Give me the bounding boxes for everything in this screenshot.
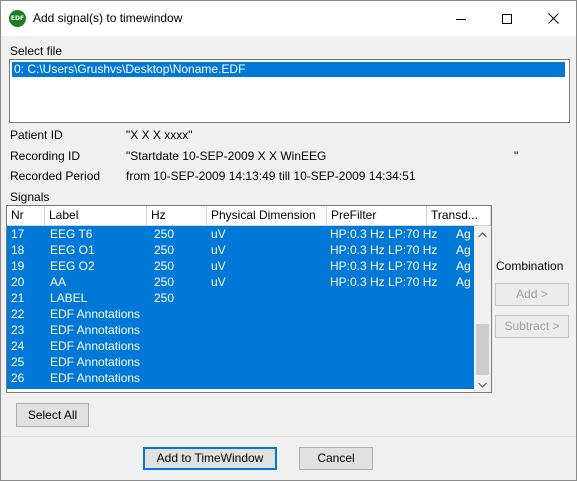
cell-nr: 24 [11, 339, 25, 353]
table-row[interactable]: 25 EDF Annotations [7, 354, 474, 370]
table-row[interactable]: 24 EDF Annotations [7, 338, 474, 354]
signals-table[interactable]: Nr Label Hz Physical Dimension PreFilter… [6, 205, 492, 393]
cell-prefilter: HP:0.3 Hz LP:70 Hz [330, 243, 438, 257]
add-signal-dialog: EDF Add signal(s) to timewindow Select f… [0, 0, 577, 481]
select-file-label: Select file [10, 44, 63, 58]
close-button[interactable] [530, 1, 576, 36]
footer-separator [1, 436, 576, 437]
table-row[interactable]: 19 EEG O2 250 uV HP:0.3 Hz LP:70 Hz Ag [7, 258, 474, 274]
table-row[interactable]: 18 EEG O1 250 uV HP:0.3 Hz LP:70 Hz Ag [7, 242, 474, 258]
cell-label: EDF Annotations [50, 355, 141, 369]
cell-hz: 250 [154, 275, 175, 289]
window-title: Add signal(s) to timewindow [33, 11, 183, 25]
cell-nr: 18 [11, 243, 25, 257]
title-bar: EDF Add signal(s) to timewindow [1, 1, 576, 36]
cancel-button[interactable]: Cancel [299, 447, 373, 470]
table-row[interactable]: 17 EEG T6 250 uV HP:0.3 Hz LP:70 Hz Ag [7, 226, 474, 242]
add-to-timewindow-button[interactable]: Add to TimeWindow [143, 447, 277, 470]
column-header-hz[interactable]: Hz [147, 206, 207, 225]
cell-hz: 250 [154, 227, 175, 241]
patient-id-value: "X X X xxxx" [126, 128, 193, 142]
scroll-up-icon [478, 232, 487, 238]
signals-scrollbar[interactable] [474, 226, 491, 392]
column-header-transducer[interactable]: Transd... [427, 206, 491, 225]
cell-nr: 17 [11, 227, 25, 241]
cell-hz: 250 [154, 243, 175, 257]
cell-nr: 20 [11, 275, 25, 289]
cell-nr: 21 [11, 291, 25, 305]
minimize-button[interactable] [438, 1, 484, 36]
cell-prefilter: HP:0.3 Hz LP:70 Hz [330, 227, 438, 241]
cell-label: AA [50, 275, 67, 289]
cell-prefilter: HP:0.3 Hz LP:70 Hz [330, 259, 438, 273]
column-header-label[interactable]: Label [45, 206, 147, 225]
cell-hz: 250 [154, 259, 175, 273]
signals-table-body: 17 EEG T6 250 uV HP:0.3 Hz LP:70 Hz Ag 18 EEG O… [7, 226, 474, 389]
recorded-period-label: Recorded Period [10, 169, 101, 183]
recorded-period-value: from 10-SEP-2009 14:13:49 till 10-SEP-20… [126, 169, 416, 183]
scrollbar-thumb[interactable] [476, 324, 489, 375]
column-header-physical-dimension[interactable]: Physical Dimension [207, 206, 327, 225]
cell-physical-dimension: uV [211, 259, 226, 273]
file-listbox[interactable]: 0: C:\Users\Grushvs\Desktop\Noname.EDF [9, 59, 570, 123]
recording-id-label: Recording ID [10, 149, 81, 163]
cell-label: EDF Annotations [50, 339, 141, 353]
cell-label: EEG O2 [50, 259, 95, 273]
close-icon [547, 13, 559, 24]
cell-physical-dimension: uV [211, 243, 226, 257]
column-header-prefilter[interactable]: PreFilter [327, 206, 427, 225]
cell-transducer: Ag [456, 227, 471, 241]
edf-app-icon: EDF [9, 10, 26, 27]
cell-physical-dimension: uV [211, 275, 226, 289]
patient-id-label: Patient ID [10, 128, 63, 142]
table-row[interactable]: 23 EDF Annotations [7, 322, 474, 338]
cell-label: EDF Annotations [50, 323, 141, 337]
cell-transducer: Ag [456, 275, 471, 289]
table-row[interactable]: 26 EDF Annotations [7, 370, 474, 386]
column-header-nr[interactable]: Nr [7, 206, 45, 225]
minimize-icon [456, 18, 466, 20]
cell-transducer: Ag [456, 243, 471, 257]
table-row[interactable]: 21 LABEL 250 [7, 290, 474, 306]
select-all-button[interactable]: Select All [16, 403, 89, 427]
recording-id-value: "Startdate 10-SEP-2009 X X WinEEG [126, 149, 327, 163]
cell-hz: 250 [154, 291, 175, 305]
recording-id-value-end: " [514, 149, 519, 163]
cell-nr: 26 [11, 371, 25, 385]
file-list-item[interactable]: 0: C:\Users\Grushvs\Desktop\Noname.EDF [11, 61, 566, 78]
cell-nr: 22 [11, 307, 25, 321]
table-row[interactable]: 22 EDF Annotations [7, 306, 474, 322]
table-row[interactable]: 20 AA 250 uV HP:0.3 Hz LP:70 Hz Ag [7, 274, 474, 290]
maximize-icon [502, 13, 512, 24]
combination-label: Combination [496, 259, 564, 273]
cell-label: EDF Annotations [50, 307, 141, 321]
maximize-button[interactable] [484, 1, 530, 36]
signals-label: Signals [10, 190, 50, 204]
cell-label: EDF Annotations [50, 371, 141, 385]
cell-nr: 19 [11, 259, 25, 273]
cell-label: LABEL [50, 291, 88, 305]
cell-nr: 23 [11, 323, 25, 337]
cell-label: EEG T6 [50, 227, 93, 241]
signals-table-header: Nr Label Hz Physical Dimension PreFilter… [7, 206, 491, 226]
add-combination-button[interactable]: Add > [495, 283, 569, 306]
cell-label: EEG O1 [50, 243, 95, 257]
cell-nr: 25 [11, 355, 25, 369]
cell-prefilter: HP:0.3 Hz LP:70 Hz [330, 275, 438, 289]
cell-transducer: Ag [456, 259, 471, 273]
scroll-down-icon [478, 382, 487, 388]
cell-physical-dimension: uV [211, 227, 226, 241]
subtract-combination-button[interactable]: Subtract > [495, 315, 569, 338]
